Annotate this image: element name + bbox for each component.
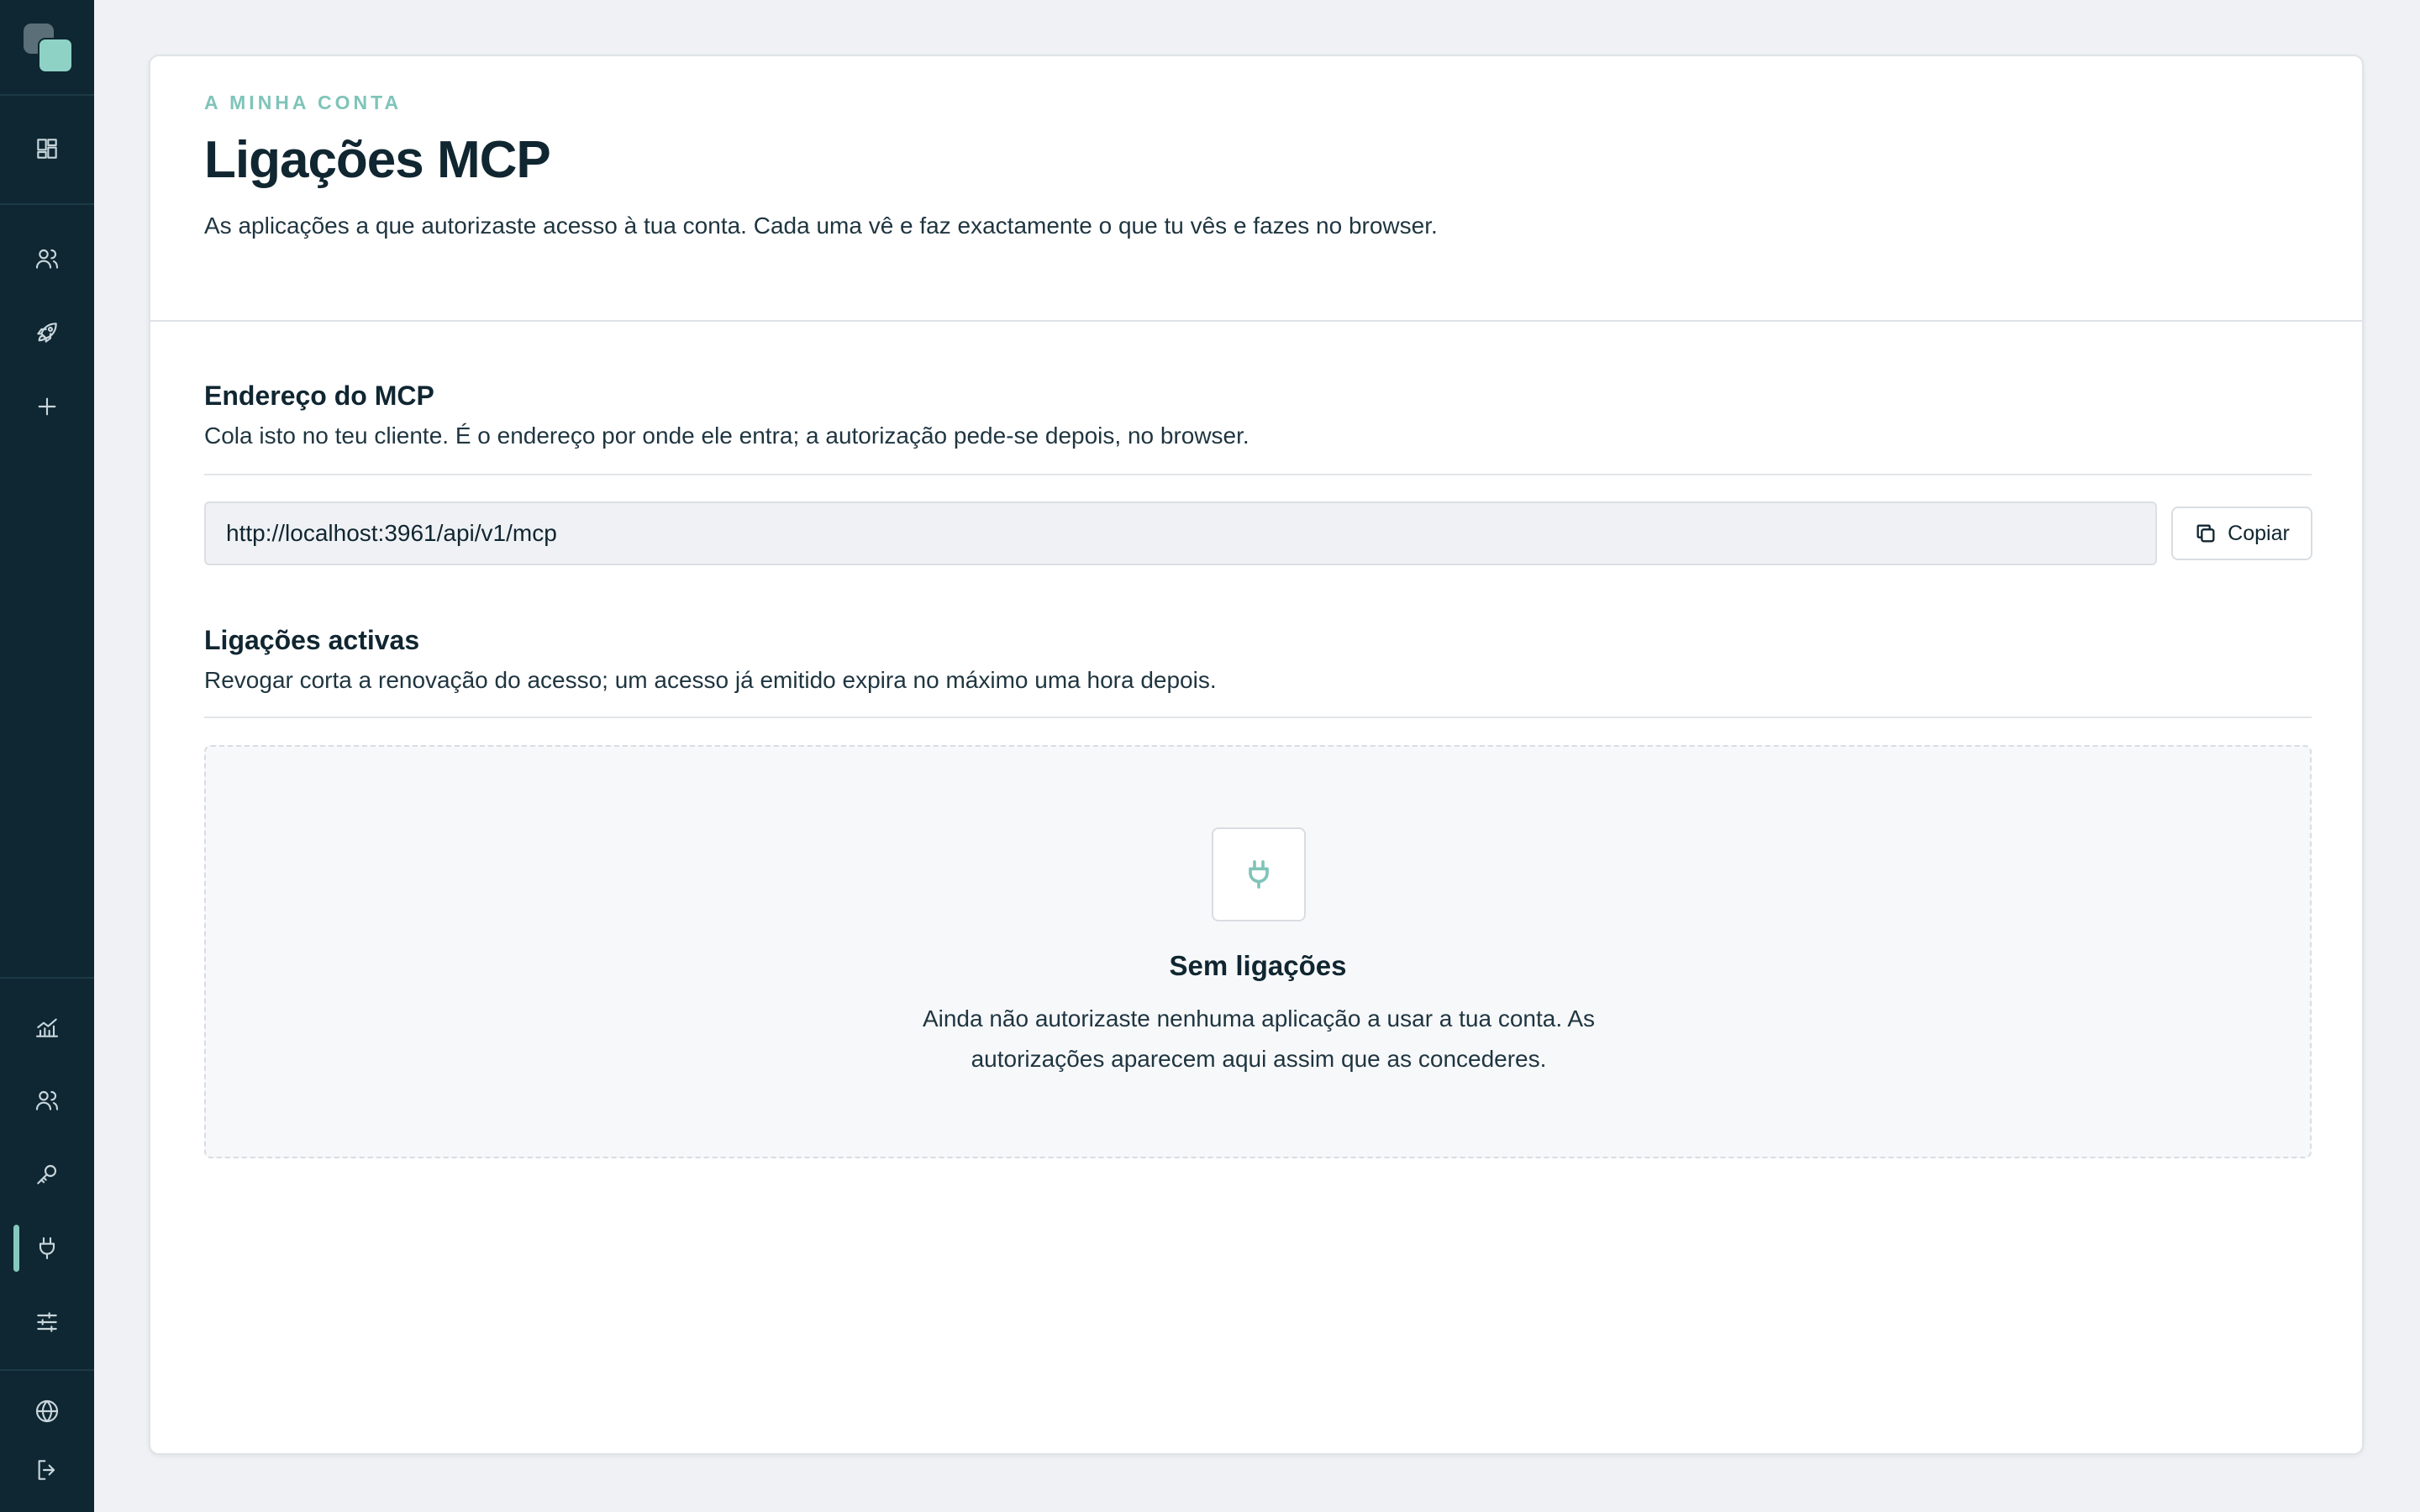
logo-front-square <box>38 38 73 73</box>
sidebar-item-add[interactable] <box>26 386 68 428</box>
sidebar <box>0 0 94 1512</box>
header-divider <box>150 320 2362 322</box>
team-icon <box>35 1090 59 1110</box>
active-connections-title: Ligações activas <box>204 625 420 655</box>
sidebar-active-indicator <box>13 1225 19 1272</box>
mcp-address-title: Endereço do MCP <box>204 381 434 411</box>
analytics-icon <box>35 1018 59 1037</box>
sidebar-item-launch[interactable] <box>26 312 68 354</box>
copy-icon <box>2196 524 2215 543</box>
sidebar-item-team[interactable] <box>26 1079 68 1121</box>
globe-icon <box>35 1399 59 1423</box>
empty-state-description: Ainda não autorizaste nenhuma aplicação … <box>922 1005 1596 1072</box>
active-connections-description: Revogar corta a renovação do acesso; um … <box>204 667 1217 693</box>
sidebar-item-settings[interactable] <box>26 1301 68 1343</box>
copy-button[interactable]: Copiar <box>2171 507 2312 560</box>
main-card: A MINHA CONTA Ligações MCP As aplicações… <box>149 55 2364 1455</box>
dashboard-icon <box>37 139 57 159</box>
users-icon <box>35 249 59 269</box>
empty-state-title: Sem ligações <box>1169 950 1347 981</box>
section-divider <box>204 474 2312 475</box>
sidebar-item-keys[interactable] <box>26 1153 68 1195</box>
sidebar-item-language[interactable] <box>26 1390 68 1432</box>
sidebar-item-logout[interactable] <box>26 1449 68 1491</box>
section-divider <box>204 717 2312 718</box>
logout-icon <box>38 1460 55 1480</box>
plug-icon <box>39 1236 55 1260</box>
sliders-icon <box>37 1312 57 1332</box>
page-description: As aplicações a que autorizaste acesso à… <box>204 213 1438 239</box>
rocket-icon <box>37 323 57 343</box>
sidebar-divider <box>0 1369 94 1371</box>
mcp-address-description: Cola isto no teu cliente. É o endereço p… <box>204 423 1249 449</box>
sidebar-divider <box>0 203 94 205</box>
copy-button-label: Copiar <box>2228 521 2290 545</box>
sidebar-divider <box>0 977 94 979</box>
empty-state-icon-box <box>1212 827 1306 921</box>
sidebar-item-connections[interactable] <box>26 1227 68 1269</box>
page-title: Ligações MCP <box>204 131 551 189</box>
sidebar-item-dashboard[interactable] <box>26 128 68 170</box>
sidebar-item-analytics[interactable] <box>26 1006 68 1048</box>
plus-icon <box>38 397 56 416</box>
sidebar-divider <box>0 94 94 96</box>
sidebar-item-users[interactable] <box>26 238 68 280</box>
plug-icon <box>1249 860 1269 889</box>
app-logo[interactable] <box>24 24 73 73</box>
page-eyebrow: A MINHA CONTA <box>204 92 402 113</box>
empty-state: Sem ligações Ainda não autorizaste nenhu… <box>204 745 2312 1158</box>
key-icon <box>37 1164 57 1184</box>
mcp-url-input[interactable] <box>204 501 2157 565</box>
